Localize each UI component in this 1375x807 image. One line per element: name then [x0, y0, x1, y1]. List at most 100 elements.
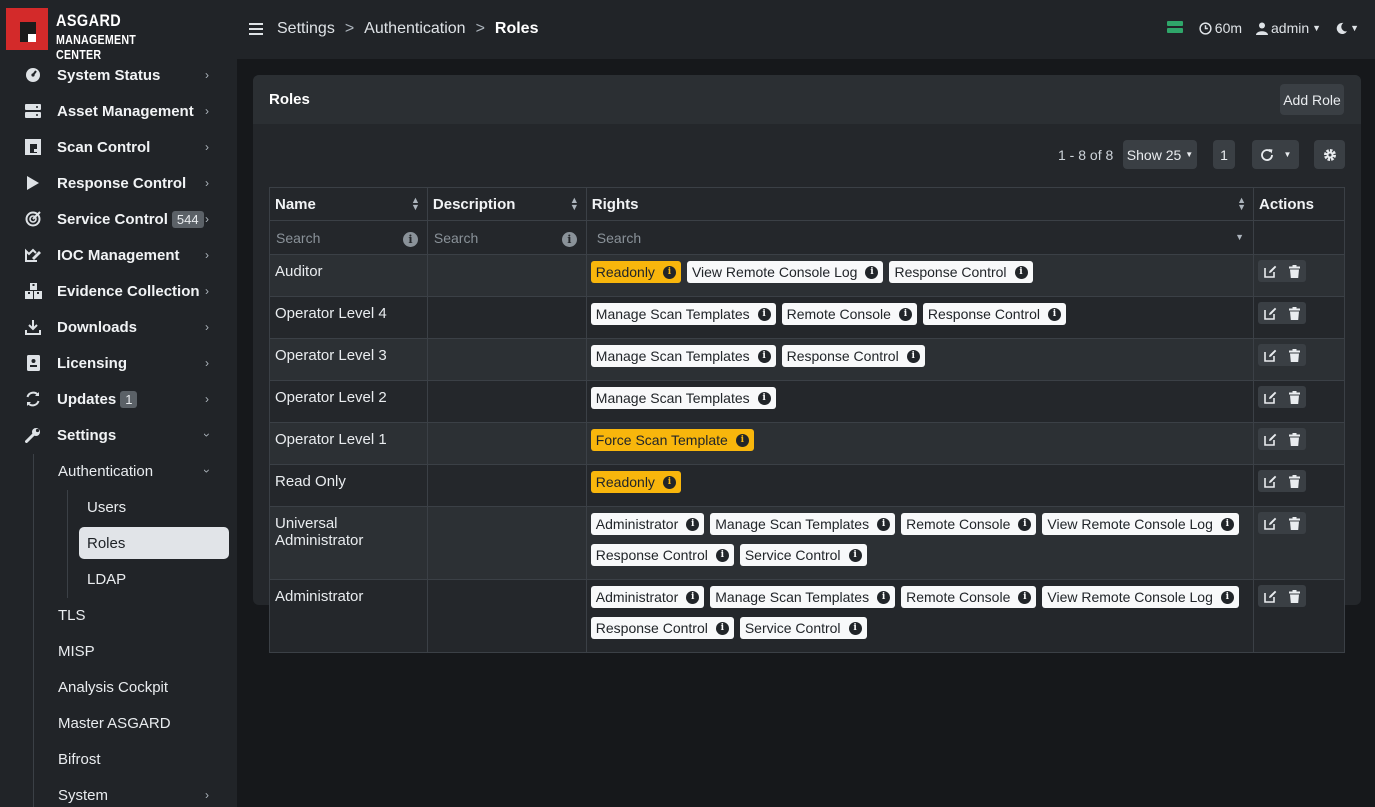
role-rights: Readonly i [585, 464, 1255, 507]
add-role-button[interactable]: Add Role [1280, 84, 1344, 115]
trash-icon[interactable] [1282, 386, 1306, 408]
edit-icon[interactable] [1258, 428, 1282, 450]
trash-icon[interactable] [1282, 470, 1306, 492]
breadcrumb-settings[interactable]: Settings [277, 20, 335, 37]
role-description [426, 422, 587, 465]
sidebar-item-ldap[interactable]: LDAP [79, 562, 229, 596]
info-icon[interactable]: i [1220, 517, 1234, 531]
sidebar-item-misp[interactable]: MISP [58, 634, 95, 668]
brand-logo[interactable]: ASGARD MANAGEMENT CENTER [6, 8, 166, 62]
info-icon[interactable]: i [757, 307, 771, 321]
info-icon[interactable]: i [1047, 307, 1061, 321]
info-icon[interactable]: i [686, 517, 700, 531]
sidebar-item-response-control[interactable]: Response Control › [0, 165, 237, 201]
info-icon[interactable]: i [1018, 590, 1032, 604]
info-icon[interactable]: i [561, 232, 577, 247]
page-size-dropdown[interactable]: Show 25 ▼ [1123, 140, 1197, 169]
right-badge: Remote Console i [901, 586, 1037, 608]
header-rights[interactable]: Rights ▲ ▼ [585, 187, 1255, 221]
info-icon[interactable]: i [686, 590, 700, 604]
sidebar-item-ioc-management[interactable]: IOC Management › [0, 237, 237, 273]
filter-name-input[interactable]: Search i [269, 220, 428, 255]
service-count-badge: 544 [171, 210, 204, 228]
info-icon[interactable]: i [757, 349, 771, 363]
info-icon[interactable]: i [898, 307, 912, 321]
info-icon[interactable]: i [1018, 517, 1032, 531]
timer-icon [1199, 21, 1212, 35]
edit-icon[interactable] [1258, 302, 1282, 324]
info-icon[interactable]: i [906, 349, 920, 363]
trash-icon[interactable] [1282, 344, 1306, 366]
right-badge: Manage Scan Templates i [590, 303, 776, 325]
info-icon[interactable]: i [877, 517, 891, 531]
info-icon[interactable]: i [662, 475, 676, 489]
info-icon[interactable]: i [735, 433, 749, 447]
info-icon[interactable]: i [662, 265, 676, 279]
role-name: Operator Level 4 [269, 296, 428, 339]
info-icon[interactable]: i [757, 391, 771, 405]
info-icon[interactable]: i [1014, 265, 1028, 279]
sidebar-item-system-status[interactable]: System Status › [0, 57, 237, 93]
session-timeout[interactable]: 60m [1199, 20, 1242, 36]
info-icon[interactable]: i [848, 548, 862, 562]
sidebar-item-downloads[interactable]: Downloads › [0, 309, 237, 345]
edit-icon[interactable] [1258, 470, 1282, 492]
info-icon[interactable]: i [715, 548, 729, 562]
header-description[interactable]: Description ▲ ▼ [426, 187, 587, 221]
edit-icon[interactable] [1258, 344, 1282, 366]
sidebar-item-scan-control[interactable]: Scan Control › [0, 129, 237, 165]
sidebar-item-users[interactable]: Users [79, 490, 229, 524]
search-placeholder: Search [596, 230, 642, 246]
trash-icon[interactable] [1282, 428, 1306, 450]
server-status-icon[interactable] [1166, 21, 1185, 35]
trash-icon[interactable] [1282, 302, 1306, 324]
info-icon[interactable]: i [403, 232, 418, 247]
role-name: Read Only [269, 464, 428, 507]
filter-description-input[interactable]: Search i [426, 220, 587, 255]
role-rights: Force Scan Template i [585, 422, 1255, 465]
sidebar-item-bifrost[interactable]: Bifrost [58, 742, 101, 776]
sidebar-item-system[interactable]: System › [58, 778, 228, 807]
trash-icon[interactable] [1282, 585, 1306, 607]
info-icon[interactable]: i [715, 621, 729, 635]
filter-rights-select[interactable]: Search ▼ [585, 220, 1255, 255]
menu-toggle-icon[interactable] [249, 23, 263, 35]
chevron-right-icon: › [205, 104, 209, 118]
refresh-button[interactable]: ▼ [1252, 140, 1299, 169]
user-menu[interactable]: admin ▼ [1256, 20, 1321, 36]
right-label: Manage Scan Templates [595, 306, 750, 322]
trash-icon[interactable] [1282, 260, 1306, 282]
sidebar-item-label: Licensing [57, 354, 128, 372]
table-settings-button[interactable] [1314, 140, 1345, 169]
right-label: Service Control [744, 620, 841, 636]
action-button-group [1258, 470, 1307, 492]
info-icon[interactable]: i [1220, 590, 1234, 604]
sidebar-item-roles[interactable]: Roles [79, 527, 229, 559]
sidebar-item-master-asgard[interactable]: Master ASGARD [58, 706, 171, 740]
info-icon[interactable]: i [848, 621, 862, 635]
sidebar-item-label: Authentication [58, 462, 154, 480]
sidebar-item-analysis-cockpit[interactable]: Analysis Cockpit [58, 670, 168, 704]
edit-icon[interactable] [1258, 585, 1282, 607]
theme-toggle[interactable]: ▼ [1335, 22, 1359, 35]
edit-icon[interactable] [1258, 386, 1282, 408]
info-icon[interactable]: i [877, 590, 891, 604]
chevron-right-icon: › [205, 788, 209, 802]
sidebar-item-asset-management[interactable]: Asset Management › [0, 93, 237, 129]
edit-icon[interactable] [1258, 260, 1282, 282]
sidebar-item-licensing[interactable]: Licensing › [0, 345, 237, 381]
breadcrumb-authentication[interactable]: Authentication [364, 20, 465, 37]
header-name[interactable]: Name ▲ ▼ [269, 187, 428, 221]
info-icon[interactable]: i [865, 265, 879, 279]
sidebar-item-evidence-collection[interactable]: Evidence Collection › [0, 273, 237, 309]
page-1-button[interactable]: 1 [1213, 140, 1235, 169]
sidebar-item-service-control[interactable]: Service Control 544 › [0, 201, 237, 237]
sidebar-item-tls[interactable]: TLS [58, 598, 86, 632]
user-name: admin [1271, 20, 1310, 36]
sidebar-item-authentication[interactable]: Authentication › [58, 454, 228, 488]
trash-icon[interactable] [1282, 512, 1306, 534]
chevron-right-icon: › [205, 248, 209, 262]
sidebar-item-updates[interactable]: Updates 1 › [0, 381, 237, 417]
edit-icon[interactable] [1258, 512, 1282, 534]
sidebar-item-settings[interactable]: Settings › [0, 417, 237, 453]
